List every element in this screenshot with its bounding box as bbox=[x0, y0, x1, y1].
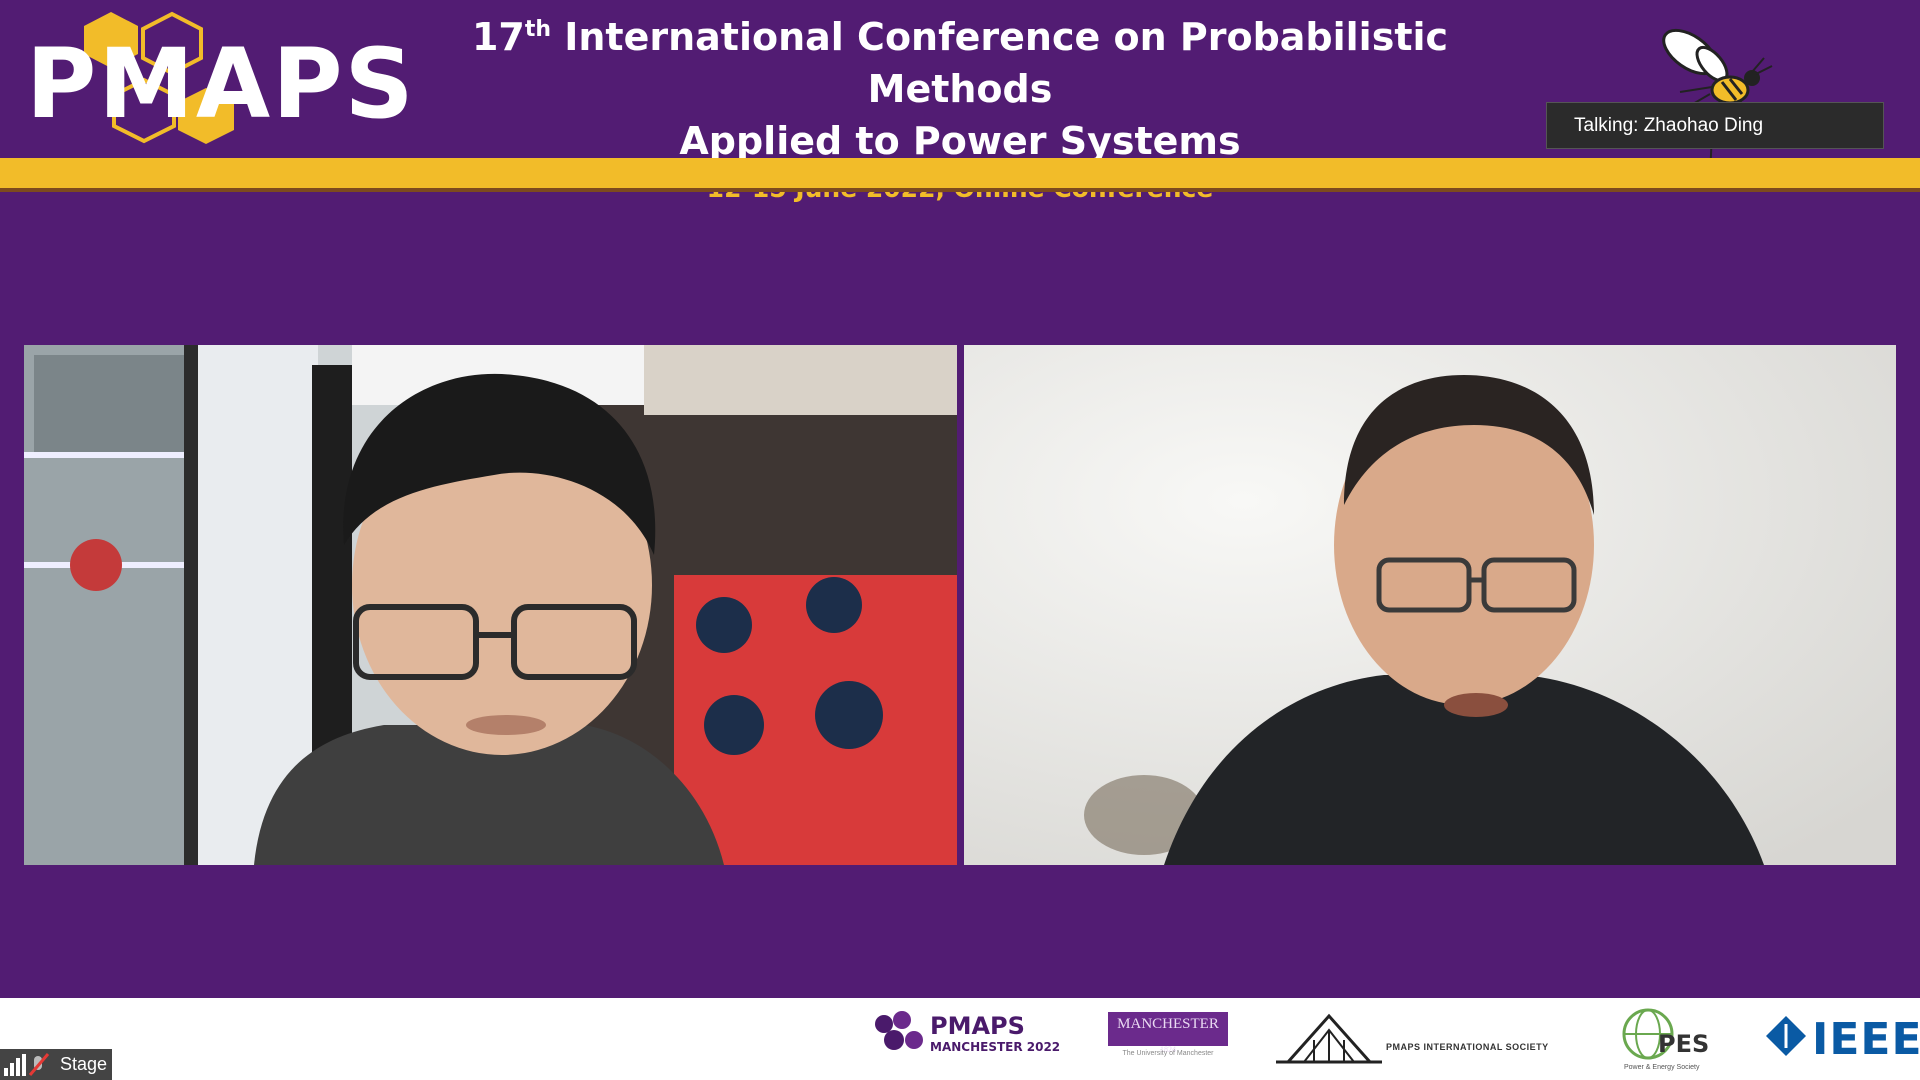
manchester-subtitle: The University of Manchester bbox=[1122, 1050, 1214, 1057]
pmaps-society-logo: PMAPS INTERNATIONAL SOCIETY bbox=[1274, 1010, 1572, 1068]
ieee-diamond-icon bbox=[1766, 1016, 1806, 1056]
conference-banner: PMAPS 17th International Conference on P… bbox=[0, 0, 1920, 203]
ieee-pes-logo: PES Power & Energy Society bbox=[1622, 1004, 1714, 1076]
university-of-manchester-logo: MANCHESTER 1824 The University of Manche… bbox=[1108, 1012, 1230, 1064]
gold-divider bbox=[0, 158, 1920, 188]
talking-indicator: Talking: Zhaohao Ding bbox=[1546, 102, 1884, 149]
pmaps-footer-subtitle: MANCHESTER 2022 bbox=[930, 1040, 1061, 1054]
society-name: PMAPS INTERNATIONAL SOCIETY bbox=[1386, 1042, 1549, 1052]
ieee-title: IEEE bbox=[1812, 1014, 1920, 1065]
stage-indicator[interactable]: Stage bbox=[0, 1049, 112, 1080]
muted-icon bbox=[28, 1053, 50, 1076]
sponsor-footer: PMAPS MANCHESTER 2022 MANCHESTER 1824 Th… bbox=[0, 998, 1920, 1080]
bee-icon bbox=[1640, 12, 1790, 182]
ieee-logo: IEEE bbox=[1764, 1014, 1920, 1065]
pmaps-manchester-logo: PMAPS MANCHESTER 2022 bbox=[872, 1010, 1068, 1060]
participant-video-left[interactable] bbox=[24, 345, 957, 865]
signal-strength-icon bbox=[4, 1053, 50, 1076]
pmaps-logo: PMAPS bbox=[26, 6, 414, 156]
pes-title: PES bbox=[1658, 1030, 1710, 1058]
gold-divider-shadow bbox=[0, 188, 1920, 192]
pmaps-hexagon-icon bbox=[875, 1011, 923, 1050]
participant-video-right[interactable] bbox=[964, 345, 1896, 865]
participant-video-right-frame bbox=[964, 345, 1896, 865]
bridge-icon bbox=[1276, 1013, 1382, 1064]
manchester-box: MANCHESTER 1824 bbox=[1108, 1012, 1228, 1054]
title-line-1: 17th International Conference on Probabi… bbox=[471, 15, 1449, 111]
pes-tagline: Power & Energy Society bbox=[1624, 1064, 1700, 1071]
logo-text: PMAPS bbox=[26, 28, 416, 140]
pmaps-footer-title: PMAPS bbox=[930, 1012, 1025, 1040]
stage-label: Stage bbox=[60, 1054, 108, 1074]
participant-video-left-frame bbox=[24, 345, 957, 865]
